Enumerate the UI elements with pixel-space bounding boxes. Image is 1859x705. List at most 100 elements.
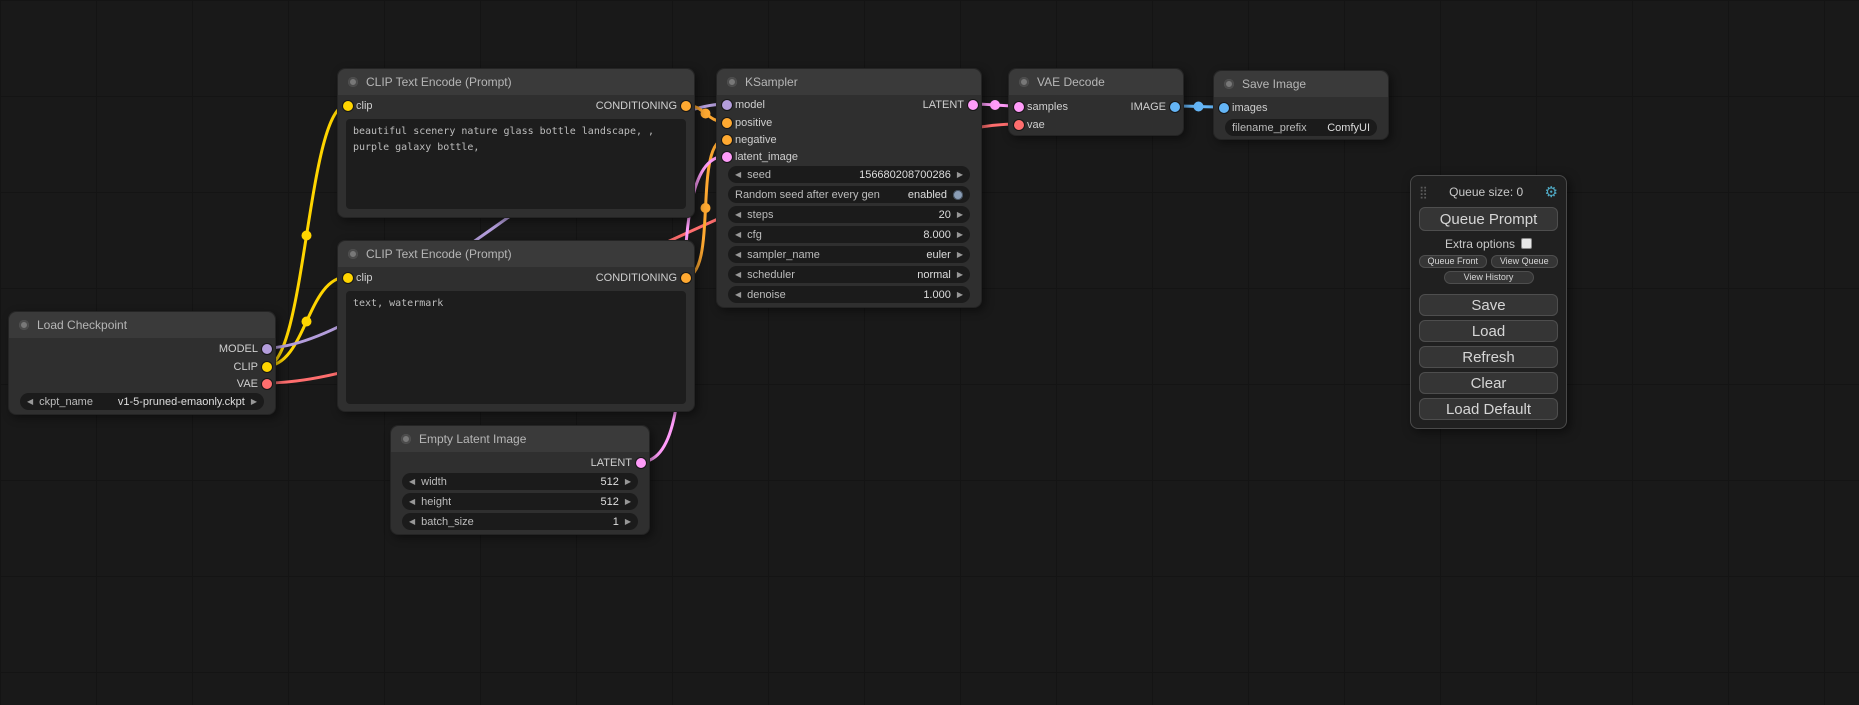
output-slot-image[interactable] <box>1170 102 1180 112</box>
collapse-dot-icon[interactable] <box>348 77 358 87</box>
extra-options-checkbox[interactable] <box>1521 238 1532 249</box>
node-ksampler[interactable]: KSampler model positive negative latent_… <box>716 68 982 308</box>
increment-arrow-icon[interactable]: ▶ <box>957 206 963 223</box>
increment-arrow-icon[interactable]: ▶ <box>957 286 963 303</box>
decrement-arrow-icon[interactable]: ◀ <box>735 226 741 243</box>
input-slot-positive[interactable] <box>722 118 732 128</box>
widget-cfg[interactable]: ◀ cfg 8.000 ▶ <box>728 226 970 243</box>
widget-batch-size[interactable]: ◀ batch_size 1 ▶ <box>402 513 638 530</box>
widget-steps[interactable]: ◀ steps 20 ▶ <box>728 206 970 223</box>
view-history-button[interactable]: View History <box>1444 271 1534 284</box>
node-clip-text-encode-negative[interactable]: CLIP Text Encode (Prompt) clip CONDITION… <box>337 240 695 412</box>
widget-ckpt-name[interactable]: ◀ ckpt_name v1-5-pruned-emaonly.ckpt ▶ <box>20 393 264 410</box>
load-button[interactable]: Load <box>1419 320 1558 342</box>
toggle-dot[interactable] <box>953 190 963 200</box>
widget-height[interactable]: ◀ height 512 ▶ <box>402 493 638 510</box>
clear-button[interactable]: Clear <box>1419 372 1558 394</box>
node-titlebar[interactable]: KSampler <box>717 69 981 95</box>
node-title: VAE Decode <box>1037 75 1105 89</box>
decrement-arrow-icon[interactable]: ◀ <box>409 493 415 510</box>
queue-front-button[interactable]: Queue Front <box>1419 255 1487 268</box>
node-load-checkpoint[interactable]: Load Checkpoint MODEL CLIP VAE ◀ ckpt_na… <box>8 311 276 415</box>
widget-scheduler[interactable]: ◀ scheduler normal ▶ <box>728 266 970 283</box>
drag-handle-icon[interactable]: ⣿ <box>1419 186 1428 198</box>
decrement-arrow-icon[interactable]: ◀ <box>735 286 741 303</box>
input-slot-vae[interactable] <box>1014 120 1024 130</box>
save-button[interactable]: Save <box>1419 294 1558 316</box>
input-label-images: images <box>1232 100 1267 116</box>
widget-label: Random seed after every gen <box>735 189 880 201</box>
decrement-arrow-icon[interactable]: ◀ <box>735 166 741 183</box>
collapse-dot-icon[interactable] <box>19 320 29 330</box>
prompt-textarea[interactable]: beautiful scenery nature glass bottle la… <box>346 119 686 209</box>
node-titlebar[interactable]: Empty Latent Image <box>391 426 649 452</box>
node-vae-decode[interactable]: VAE Decode samples vae IMAGE <box>1008 68 1184 136</box>
input-slot-latent-image[interactable] <box>722 152 732 162</box>
gear-icon[interactable]: ⚙ <box>1545 185 1558 200</box>
increment-arrow-icon[interactable]: ▶ <box>625 493 631 510</box>
widget-seed[interactable]: ◀ seed 156680208700286 ▶ <box>728 166 970 183</box>
widget-filename-prefix[interactable]: filename_prefix ComfyUI <box>1225 119 1377 136</box>
wire-midpoint-dot <box>302 231 312 241</box>
node-save-image[interactable]: Save Image images filename_prefix ComfyU… <box>1213 70 1389 140</box>
wire-midpoint-dot <box>701 109 711 119</box>
widget-value: 1 <box>613 516 619 528</box>
output-slot-vae[interactable] <box>262 379 272 389</box>
node-titlebar[interactable]: Save Image <box>1214 71 1388 97</box>
decrement-arrow-icon[interactable]: ◀ <box>27 393 33 410</box>
collapse-dot-icon[interactable] <box>1019 77 1029 87</box>
output-label-clip: CLIP <box>234 359 258 375</box>
widget-label: batch_size <box>421 516 474 528</box>
collapse-dot-icon[interactable] <box>727 77 737 87</box>
node-empty-latent-image[interactable]: Empty Latent Image LATENT ◀ width 512 ▶ … <box>390 425 650 535</box>
output-slot-conditioning[interactable] <box>681 101 691 111</box>
decrement-arrow-icon[interactable]: ◀ <box>409 473 415 490</box>
output-slot-model[interactable] <box>262 344 272 354</box>
increment-arrow-icon[interactable]: ▶ <box>957 266 963 283</box>
prompt-textarea[interactable]: text, watermark <box>346 291 686 404</box>
output-slot-latent[interactable] <box>636 458 646 468</box>
node-titlebar[interactable]: CLIP Text Encode (Prompt) <box>338 241 694 267</box>
load-default-button[interactable]: Load Default <box>1419 398 1558 420</box>
refresh-button[interactable]: Refresh <box>1419 346 1558 368</box>
decrement-arrow-icon[interactable]: ◀ <box>735 246 741 263</box>
widget-label: height <box>421 496 451 508</box>
widget-sampler-name[interactable]: ◀ sampler_name euler ▶ <box>728 246 970 263</box>
input-slot-clip[interactable] <box>343 101 353 111</box>
output-label-latent: LATENT <box>923 97 964 113</box>
input-slot-negative[interactable] <box>722 135 732 145</box>
increment-arrow-icon[interactable]: ▶ <box>957 166 963 183</box>
collapse-dot-icon[interactable] <box>348 249 358 259</box>
node-titlebar[interactable]: VAE Decode <box>1009 69 1183 95</box>
node-title: CLIP Text Encode (Prompt) <box>366 75 512 89</box>
node-title: Load Checkpoint <box>37 318 127 332</box>
widget-denoise[interactable]: ◀ denoise 1.000 ▶ <box>728 286 970 303</box>
input-slot-clip[interactable] <box>343 273 353 283</box>
collapse-dot-icon[interactable] <box>401 434 411 444</box>
input-slot-samples[interactable] <box>1014 102 1024 112</box>
decrement-arrow-icon[interactable]: ◀ <box>735 206 741 223</box>
decrement-arrow-icon[interactable]: ◀ <box>409 513 415 530</box>
decrement-arrow-icon[interactable]: ◀ <box>735 266 741 283</box>
widget-random-seed-toggle[interactable]: Random seed after every gen enabled <box>728 186 970 203</box>
input-slot-images[interactable] <box>1219 103 1229 113</box>
view-queue-button[interactable]: View Queue <box>1491 255 1559 268</box>
widget-value: 20 <box>939 209 951 221</box>
node-clip-text-encode-positive[interactable]: CLIP Text Encode (Prompt) clip CONDITION… <box>337 68 695 218</box>
collapse-dot-icon[interactable] <box>1224 79 1234 89</box>
increment-arrow-icon[interactable]: ▶ <box>625 473 631 490</box>
increment-arrow-icon[interactable]: ▶ <box>625 513 631 530</box>
increment-arrow-icon[interactable]: ▶ <box>957 226 963 243</box>
node-title: Save Image <box>1242 77 1306 91</box>
output-slot-conditioning[interactable] <box>681 273 691 283</box>
node-titlebar[interactable]: CLIP Text Encode (Prompt) <box>338 69 694 95</box>
node-titlebar[interactable]: Load Checkpoint <box>9 312 275 338</box>
queue-prompt-button[interactable]: Queue Prompt <box>1419 207 1558 231</box>
output-slot-latent[interactable] <box>968 100 978 110</box>
output-slot-clip[interactable] <box>262 362 272 372</box>
increment-arrow-icon[interactable]: ▶ <box>957 246 963 263</box>
increment-arrow-icon[interactable]: ▶ <box>251 393 257 410</box>
input-slot-model[interactable] <box>722 100 732 110</box>
widget-value: normal <box>917 269 951 281</box>
widget-width[interactable]: ◀ width 512 ▶ <box>402 473 638 490</box>
